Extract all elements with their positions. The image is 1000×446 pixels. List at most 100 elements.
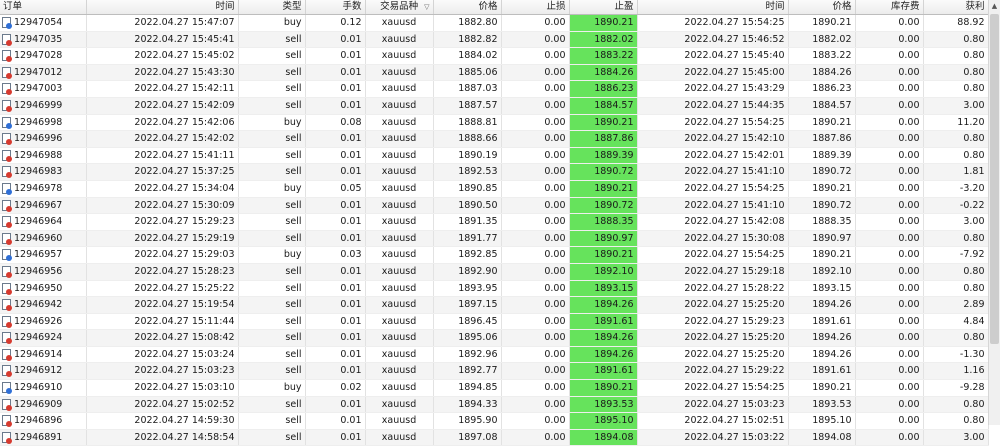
order-cell: 12946978 — [0, 180, 87, 198]
col-header-open-time[interactable]: 时间 — [86, 0, 239, 15]
symbol-cell: xauusd — [365, 412, 434, 430]
table-row[interactable]: 12946896 2022.04.27 14:59:30 sell 0.01 xauus… — [0, 412, 989, 430]
volume-cell: 0.01 — [305, 31, 366, 49]
col-header-open-price[interactable]: 价格 — [433, 0, 502, 15]
open-price-cell: 1892.77 — [433, 362, 502, 381]
symbol-cell: xauusd — [365, 230, 434, 248]
table-row[interactable]: 12946909 2022.04.27 15:02:52 sell 0.01 xauus… — [0, 396, 989, 414]
table-row[interactable]: 12946983 2022.04.27 15:37:25 sell 0.01 xauus… — [0, 163, 989, 181]
symbol-cell: xauusd — [365, 64, 434, 82]
col-header-tp[interactable]: 止盈 — [569, 0, 638, 15]
close-time-cell: 2022.04.27 15:29:23 — [637, 313, 789, 331]
order-cell: 12946891 — [0, 429, 87, 446]
table-row[interactable]: 12947054 2022.04.27 15:47:07 buy 0.12 xauusd… — [0, 14, 989, 32]
type-cell: sell — [238, 213, 306, 231]
order-number: 12947035 — [14, 33, 63, 45]
order-number: 12946891 — [14, 431, 63, 443]
close-time-cell: 2022.04.27 15:42:01 — [637, 147, 789, 165]
order-cell: 12947054 — [0, 14, 87, 32]
symbol-cell: xauusd — [365, 429, 434, 446]
open-price-cell: 1887.57 — [433, 97, 502, 115]
sell-order-icon — [2, 282, 12, 295]
sell-order-icon — [2, 33, 12, 46]
order-number: 12946910 — [14, 382, 63, 394]
col-header-close-price[interactable]: 价格 — [788, 0, 856, 15]
swap-cell: 0.00 — [855, 213, 924, 231]
col-header-close-time[interactable]: 时间 — [637, 0, 789, 15]
table-row[interactable]: 12946996 2022.04.27 15:42:02 sell 0.01 xauus… — [0, 130, 989, 148]
symbol-cell: xauusd — [365, 97, 434, 115]
table-row[interactable]: 12946988 2022.04.27 15:41:11 sell 0.01 xauus… — [0, 147, 989, 165]
open-time-cell: 2022.04.27 15:47:07 — [86, 14, 239, 32]
open-price-cell: 1892.53 — [433, 163, 502, 181]
open-time-cell: 2022.04.27 15:42:06 — [86, 114, 239, 132]
swap-cell: 0.00 — [855, 31, 924, 49]
open-time-cell: 2022.04.27 15:41:11 — [86, 147, 239, 165]
close-time-cell: 2022.04.27 15:46:52 — [637, 31, 789, 49]
col-header-symbol[interactable]: 交易品种 ▽ — [365, 0, 434, 15]
table-row[interactable]: 12946912 2022.04.27 15:03:23 sell 0.01 xauus… — [0, 362, 989, 381]
table-row[interactable]: 12946960 2022.04.27 15:29:19 sell 0.01 xauus… — [0, 230, 989, 248]
open-price-cell: 1895.06 — [433, 329, 502, 347]
type-cell: sell — [238, 362, 306, 381]
type-cell: sell — [238, 80, 306, 98]
close-price-cell: 1888.35 — [788, 213, 856, 231]
col-header-profit[interactable]: 获利 — [923, 0, 989, 15]
table-row[interactable]: 12946950 2022.04.27 15:25:22 sell 0.01 xauus… — [0, 280, 989, 298]
scroll-up-icon[interactable]: ▲ — [989, 0, 1000, 12]
table-row[interactable]: 12947028 2022.04.27 15:45:02 sell 0.01 xauus… — [0, 47, 989, 65]
close-price-cell: 1894.26 — [788, 329, 856, 347]
symbol-cell: xauusd — [365, 313, 434, 331]
open-price-cell: 1890.85 — [433, 180, 502, 198]
close-price-cell: 1890.72 — [788, 163, 856, 181]
scrollbar-thumb[interactable] — [990, 14, 999, 344]
col-header-order[interactable]: 订单 — [0, 0, 87, 15]
table-row[interactable]: 12946942 2022.04.27 15:19:54 sell 0.01 xauus… — [0, 296, 989, 314]
col-header-symbol-label: 交易品种 — [380, 1, 419, 12]
order-number: 12946942 — [14, 299, 63, 311]
type-cell: buy — [238, 379, 306, 397]
open-price-cell: 1893.95 — [433, 280, 502, 298]
close-time-cell: 2022.04.27 15:54:25 — [637, 246, 789, 264]
table-row[interactable]: 12946957 2022.04.27 15:29:03 buy 0.03 xauusd… — [0, 246, 989, 264]
table-row[interactable]: 12947035 2022.04.27 15:45:41 sell 0.01 xauus… — [0, 31, 989, 49]
col-header-swap[interactable]: 库存费 — [855, 0, 924, 15]
open-time-cell: 2022.04.27 15:29:19 — [86, 230, 239, 248]
order-cell: 12946942 — [0, 296, 87, 314]
sell-order-icon — [2, 265, 12, 278]
order-cell: 12946998 — [0, 114, 87, 132]
order-number: 12947003 — [14, 83, 63, 95]
table-row[interactable]: 12946914 2022.04.27 15:03:24 sell 0.01 xauus… — [0, 346, 989, 364]
table-row[interactable]: 12946910 2022.04.27 15:03:10 buy 0.02 xauusd… — [0, 379, 989, 397]
table-row[interactable]: 12946964 2022.04.27 15:29:23 sell 0.01 xauus… — [0, 213, 989, 231]
col-header-volume[interactable]: 手数 — [305, 0, 366, 15]
profit-cell: -7.92 — [923, 246, 989, 264]
table-row[interactable]: 12946924 2022.04.27 15:08:42 sell 0.01 xauus… — [0, 329, 989, 347]
col-header-sl[interactable]: 止损 — [501, 0, 570, 15]
close-price-cell: 1887.86 — [788, 130, 856, 148]
vertical-scrollbar[interactable]: ▲ — [988, 0, 1000, 425]
table-row[interactable]: 12946998 2022.04.27 15:42:06 buy 0.08 xauusd… — [0, 114, 989, 132]
table-row[interactable]: 12946978 2022.04.27 15:34:04 buy 0.05 xauusd… — [0, 180, 989, 198]
table-row[interactable]: 12947003 2022.04.27 15:42:11 sell 0.01 xauus… — [0, 80, 989, 98]
table-row[interactable]: 12946999 2022.04.27 15:42:09 sell 0.01 xauus… — [0, 97, 989, 115]
table-row[interactable]: 12946926 2022.04.27 15:11:44 sell 0.01 xauus… — [0, 313, 989, 331]
swap-cell: 0.00 — [855, 80, 924, 98]
order-number: 12946998 — [14, 116, 63, 128]
sell-order-icon — [2, 83, 12, 96]
open-time-cell: 2022.04.27 15:03:24 — [86, 346, 239, 364]
swap-cell: 0.00 — [855, 263, 924, 281]
close-time-cell: 2022.04.27 15:03:22 — [637, 429, 789, 446]
col-header-type[interactable]: 类型 — [238, 0, 306, 15]
table-row[interactable]: 12946956 2022.04.27 15:28:23 sell 0.01 xauus… — [0, 263, 989, 281]
order-number: 12946924 — [14, 332, 63, 344]
table-row[interactable]: 12946891 2022.04.27 14:58:54 sell 0.01 xauus… — [0, 429, 989, 446]
volume-cell: 0.05 — [305, 180, 366, 198]
sl-cell: 0.00 — [501, 313, 570, 331]
table-row[interactable]: 12947012 2022.04.27 15:43:30 sell 0.01 xauus… — [0, 64, 989, 82]
symbol-cell: xauusd — [365, 47, 434, 65]
close-price-cell: 1894.26 — [788, 346, 856, 364]
table-row[interactable]: 12946967 2022.04.27 15:30:09 sell 0.01 xauus… — [0, 197, 989, 215]
symbol-cell: xauusd — [365, 213, 434, 231]
order-cell: 12947012 — [0, 64, 87, 82]
